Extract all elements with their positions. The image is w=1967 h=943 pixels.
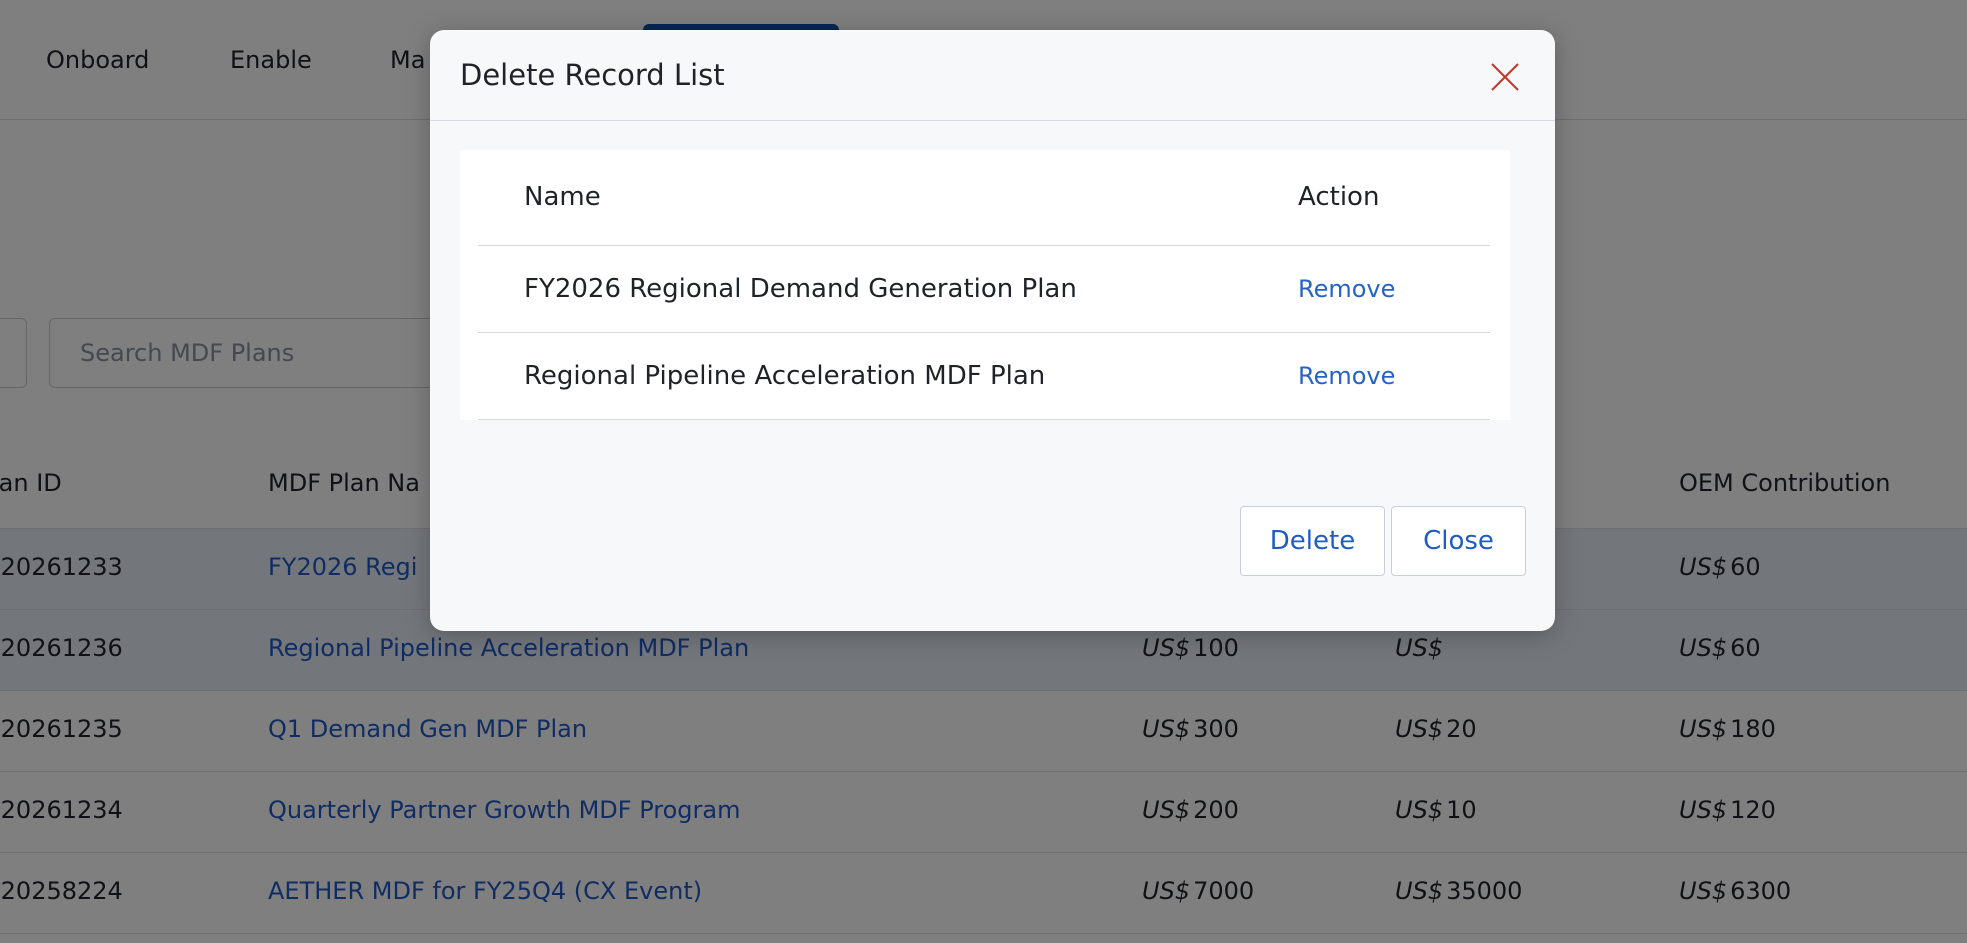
close-icon[interactable] bbox=[1488, 60, 1522, 94]
remove-link[interactable]: Remove bbox=[1298, 360, 1395, 392]
record-name: Regional Pipeline Acceleration MDF Plan bbox=[524, 361, 1046, 391]
record-list-header: Name Action bbox=[478, 150, 1490, 246]
delete-button[interactable]: Delete bbox=[1240, 506, 1385, 576]
dialog-header: Delete Record List bbox=[430, 30, 1555, 121]
remove-link[interactable]: Remove bbox=[1298, 273, 1395, 305]
list-item: Regional Pipeline Acceleration MDF Plan … bbox=[478, 333, 1490, 420]
column-header-action: Action bbox=[1298, 182, 1380, 212]
page: Onboard Enable Ma lan ID MDF Plan Na OEM… bbox=[0, 0, 1967, 943]
delete-record-dialog: Delete Record List Name Action FY2026 Re… bbox=[430, 30, 1555, 631]
record-list: Name Action FY2026 Regional Demand Gener… bbox=[460, 150, 1510, 420]
record-name: FY2026 Regional Demand Generation Plan bbox=[524, 274, 1077, 304]
column-header-name: Name bbox=[524, 182, 601, 212]
list-item: FY2026 Regional Demand Generation Plan R… bbox=[478, 246, 1490, 333]
dialog-title: Delete Record List bbox=[460, 58, 725, 92]
close-button[interactable]: Close bbox=[1391, 506, 1526, 576]
